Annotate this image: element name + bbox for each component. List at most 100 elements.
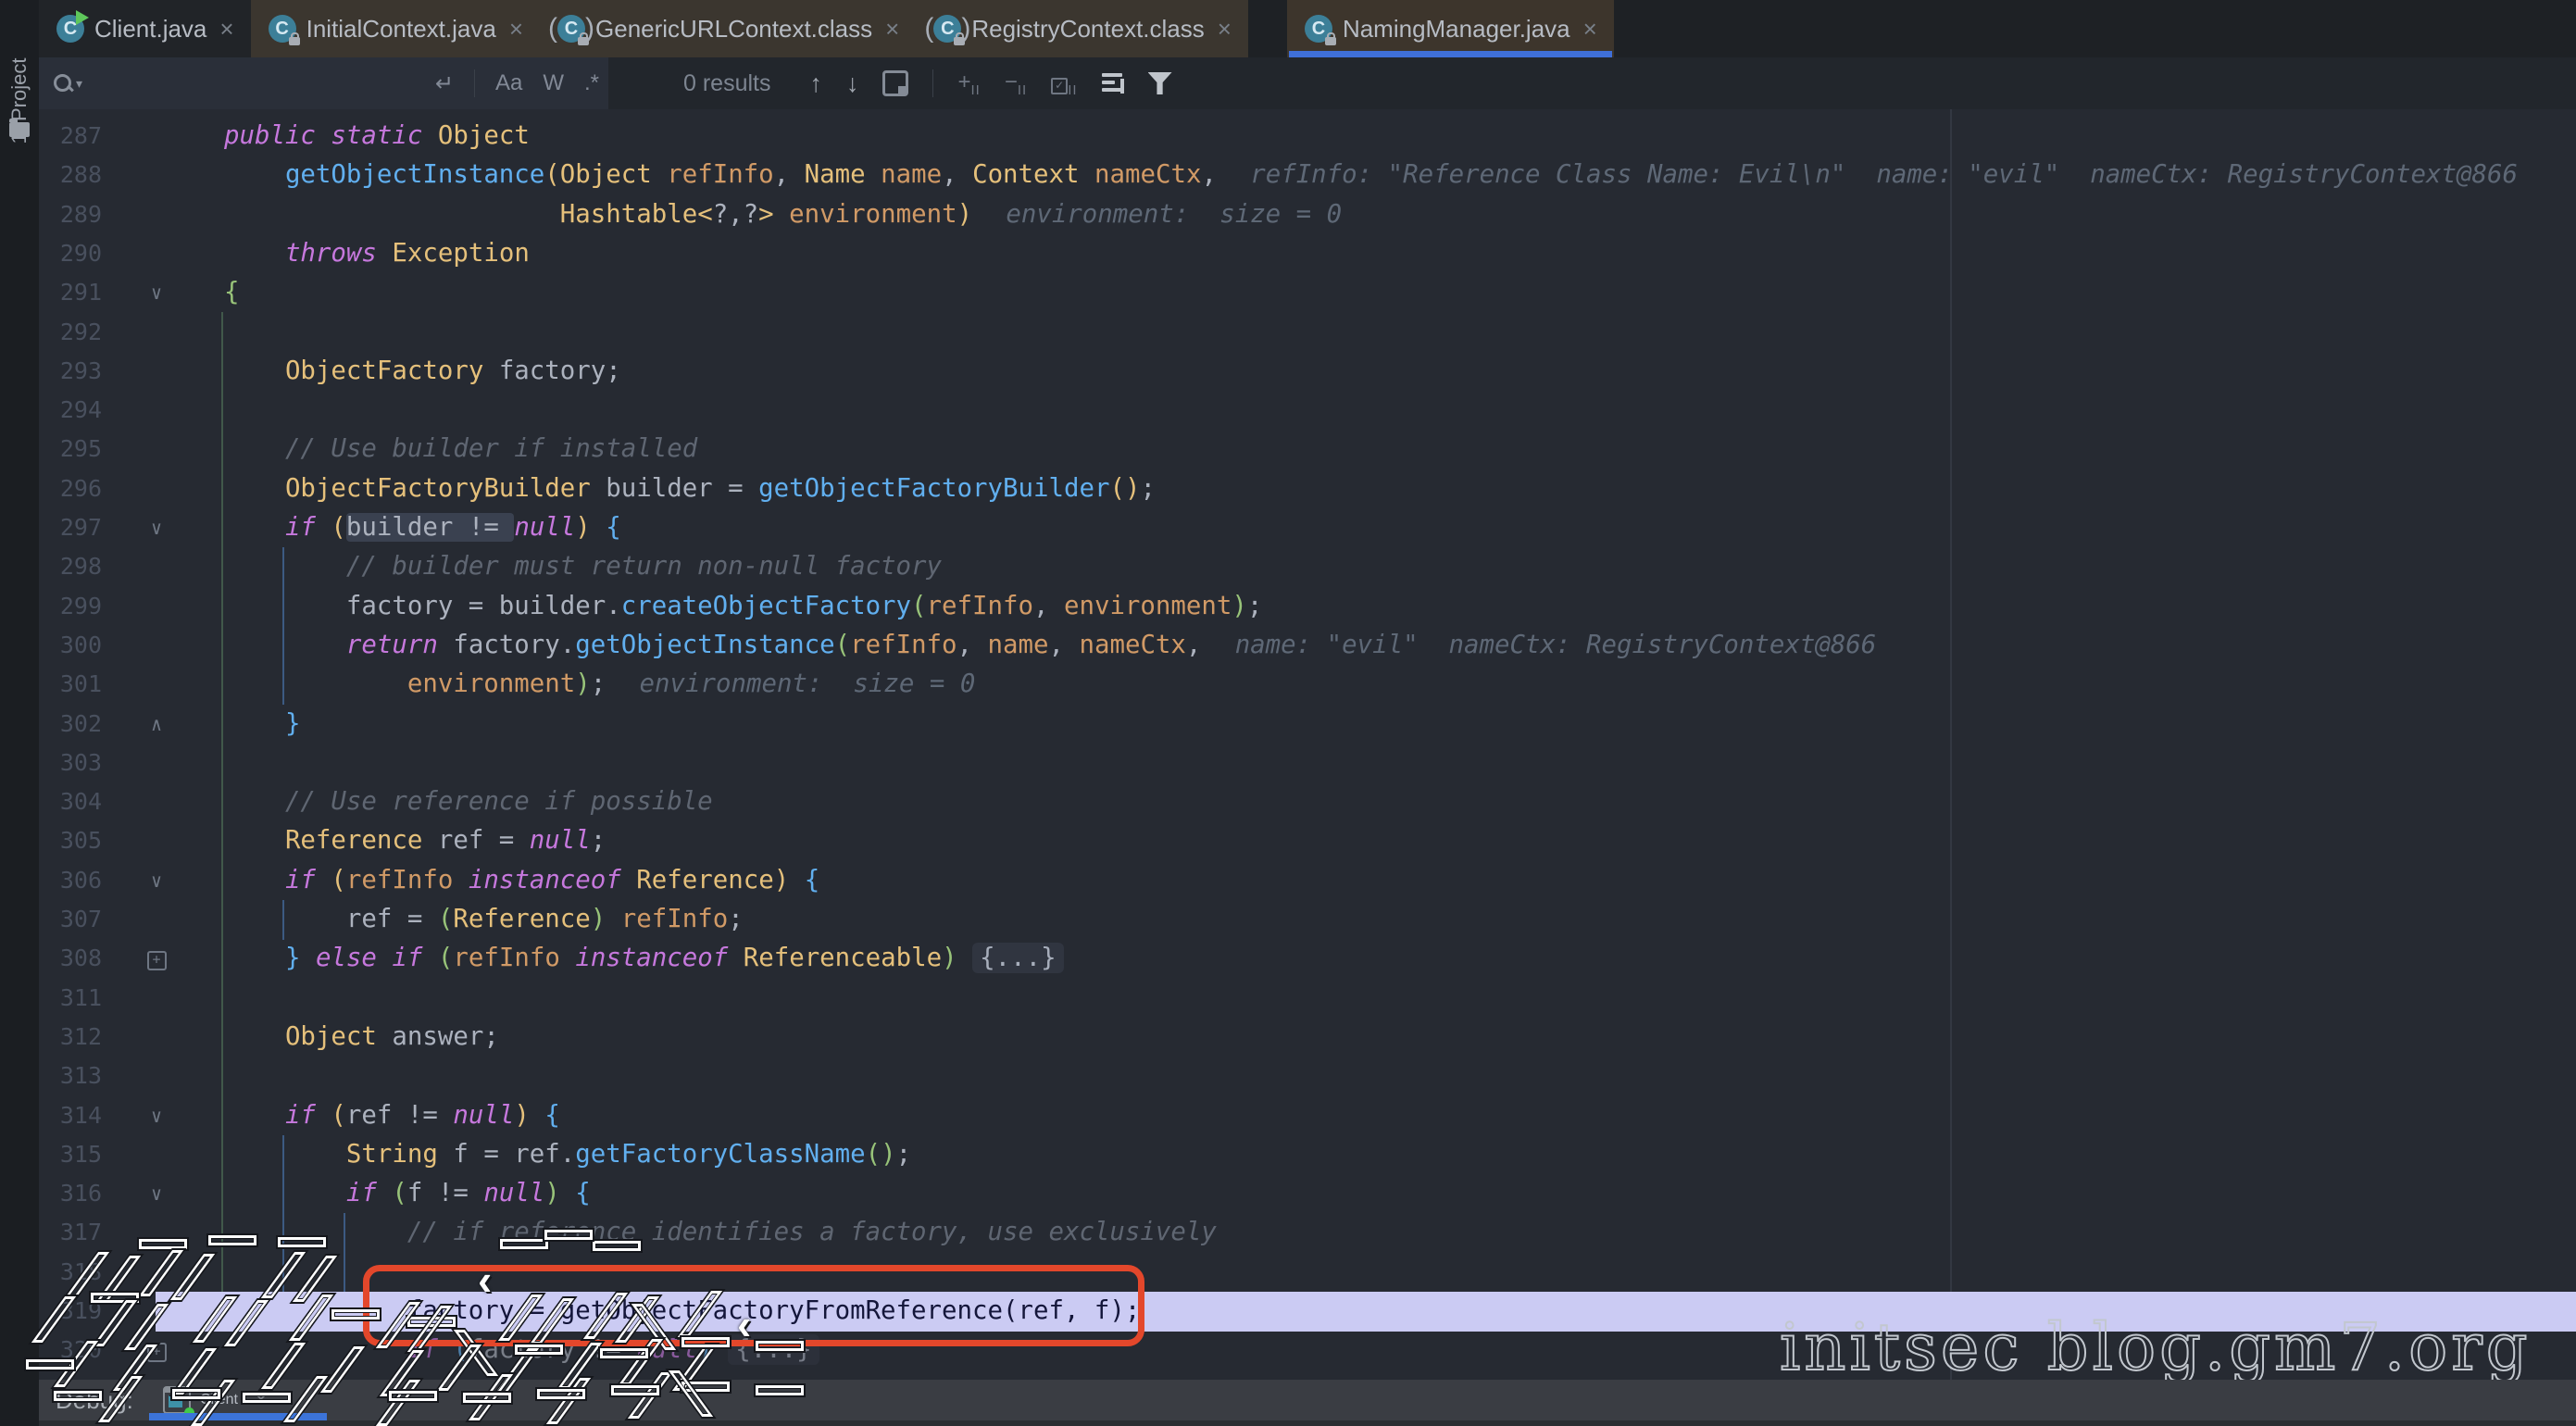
code-line[interactable]: 301 environment);environment: size = 0 (39, 665, 2576, 704)
code-line[interactable]: 294 (39, 391, 2576, 430)
close-icon[interactable]: × (255, 1387, 268, 1413)
code-text: Reference ref = null; (163, 821, 606, 860)
toggle-occurrences-button[interactable]: ✓II (1051, 69, 1077, 98)
filter-search-results-icon[interactable] (1102, 73, 1124, 94)
line-number: 299 (39, 587, 102, 626)
editor-tab-bar: CClient.java×CInitialContext.java× (C) Gen… (39, 0, 2576, 58)
code-line[interactable]: 298 // builder must return non-null fact… (39, 547, 2576, 586)
code-text: if (f != null) { (163, 1174, 591, 1213)
lock-icon (954, 37, 965, 45)
code-line[interactable]: 314∨ if (ref != null) { (39, 1096, 2576, 1135)
editor-tab[interactable]: CNamingManager.java× (1287, 0, 1614, 57)
code-line[interactable]: 293 ObjectFactory factory; (39, 352, 2576, 391)
prev-occurrence-button[interactable]: ↑ (809, 69, 822, 98)
active-tab-underline (1289, 51, 1612, 57)
code-line[interactable]: 306∨ if (refInfo instanceof Reference) { (39, 861, 2576, 900)
find-toolbar: ▾ ↵ Aa W .* 0 results ↑ ↓ +II −II ✓II (39, 57, 2576, 110)
line-number: 316 (39, 1174, 102, 1213)
line-number: 305 (39, 821, 102, 860)
code-line[interactable]: 296 ObjectFactoryBuilder builder = getOb… (39, 469, 2576, 508)
line-number: 314 (39, 1096, 102, 1135)
results-count: 0 results (683, 70, 770, 97)
close-icon[interactable]: × (1583, 15, 1597, 44)
code-text: environment);environment: size = 0 (163, 665, 975, 704)
match-case-toggle[interactable]: Aa (495, 70, 522, 96)
code-line[interactable]: 295 // Use builder if installed (39, 430, 2576, 469)
editor-tab[interactable]: (C)GenericURLContext.class× (540, 0, 916, 57)
select-all-occurrences-button[interactable] (882, 70, 908, 96)
tab-label: NamingManager.java (1343, 15, 1570, 44)
code-line[interactable]: 303 (39, 744, 2576, 782)
code-line[interactable]: 312 Object answer; (39, 1018, 2576, 1057)
watermark: initsec blog.gm7.org (1780, 1309, 2532, 1385)
code-text: if (refInfo instanceof Reference) { (163, 861, 819, 900)
code-line[interactable]: 300 return factory.getObjectInstance(ref… (39, 626, 2576, 665)
close-icon[interactable]: × (1218, 15, 1232, 44)
annotation-highlight-box (363, 1265, 1144, 1346)
code-line[interactable]: 287 public static Object (39, 117, 2576, 156)
code-line[interactable]: 297∨ if (builder != null) { (39, 508, 2576, 547)
close-icon[interactable]: × (219, 15, 233, 44)
close-icon[interactable]: × (885, 15, 899, 44)
search-history-dropdown-icon[interactable]: ▾ (76, 76, 82, 92)
code-text: getObjectInstance(Object refInfo, Name n… (163, 156, 2518, 194)
status-strip (39, 1420, 2576, 1426)
code-line[interactable]: 289 Hashtable<?,?> environment)environme… (39, 195, 2576, 234)
next-occurrence-button[interactable]: ↓ (846, 69, 859, 98)
lock-icon (1325, 37, 1336, 45)
java-class-icon: C (56, 14, 85, 44)
line-number: 289 (39, 195, 102, 234)
line-number: 287 (39, 117, 102, 156)
line-number: 303 (39, 744, 102, 782)
add-occurrence-button[interactable]: +II (957, 69, 980, 98)
line-number: 318 (39, 1253, 102, 1292)
active-tab-underline (149, 1413, 327, 1420)
debugger-inline-hint: name: "evil" nameCtx: RegistryContext@86… (1235, 631, 1877, 659)
line-number: 293 (39, 352, 102, 391)
editor-tab[interactable]: CInitialContext.java× (251, 0, 540, 57)
line-number: 297 (39, 508, 102, 547)
code-text: throws Exception (163, 234, 530, 273)
code-line[interactable]: 316∨ if (f != null) { (39, 1174, 2576, 1213)
code-line[interactable]: 292 (39, 313, 2576, 352)
code-line[interactable]: 315 String f = ref.getFactoryClassName()… (39, 1135, 2576, 1174)
code-text: // builder must return non-null factory (163, 547, 942, 586)
tab-label: GenericURLContext.class (595, 15, 872, 44)
code-text: if (builder != null) { (163, 508, 621, 547)
code-text: String f = ref.getFactoryClassName(); (163, 1135, 911, 1174)
filter-icon[interactable] (1148, 72, 1172, 94)
debugger-inline-hint: environment: size = 0 (640, 669, 976, 698)
code-line[interactable]: 299 factory = builder.createObjectFactor… (39, 587, 2576, 626)
editor-tab[interactable]: (C)RegistryContext.class× (916, 0, 1248, 57)
remove-occurrence-button[interactable]: −II (1005, 69, 1027, 98)
search-input[interactable]: ▾ ↵ Aa W .* (39, 57, 608, 109)
code-line[interactable]: 311 (39, 979, 2576, 1018)
close-icon[interactable]: × (509, 15, 523, 44)
line-number: 298 (39, 547, 102, 586)
code-editor[interactable]: 287 public static Object288 getObjectIns… (39, 109, 2576, 1380)
code-line[interactable]: 313 (39, 1057, 2576, 1095)
regex-toggle[interactable]: .* (584, 70, 599, 96)
java-class-icon: (C) (932, 14, 962, 44)
line-number: 319 (39, 1292, 102, 1331)
line-number: 312 (39, 1018, 102, 1057)
newline-icon[interactable]: ↵ (435, 70, 454, 97)
line-number: 292 (39, 313, 102, 352)
code-line[interactable]: 308+ } else if (refInfo instanceof Refer… (39, 939, 2576, 978)
code-line[interactable]: 288 getObjectInstance(Object refInfo, Na… (39, 156, 2576, 194)
ide-window: 1: Project CClient.java×CInitialContext.… (0, 0, 2576, 1426)
words-toggle[interactable]: W (543, 70, 564, 96)
line-number: 315 (39, 1135, 102, 1174)
code-line[interactable]: 290 throws Exception (39, 234, 2576, 273)
editor-tab[interactable]: CClient.java× (39, 0, 251, 57)
line-number: 308 (39, 939, 102, 978)
search-icon (54, 74, 72, 93)
code-line[interactable]: 317 // if reference identifies a factory… (39, 1213, 2576, 1252)
line-number: 313 (39, 1057, 102, 1095)
code-line[interactable]: 291∨ { (39, 273, 2576, 312)
code-line[interactable]: 302∧ } (39, 705, 2576, 744)
code-line[interactable]: 304 // Use reference if possible (39, 782, 2576, 821)
code-line[interactable]: 307 ref = (Reference) refInfo; (39, 900, 2576, 939)
code-line[interactable]: 305 Reference ref = null; (39, 821, 2576, 860)
lock-icon (289, 37, 300, 45)
